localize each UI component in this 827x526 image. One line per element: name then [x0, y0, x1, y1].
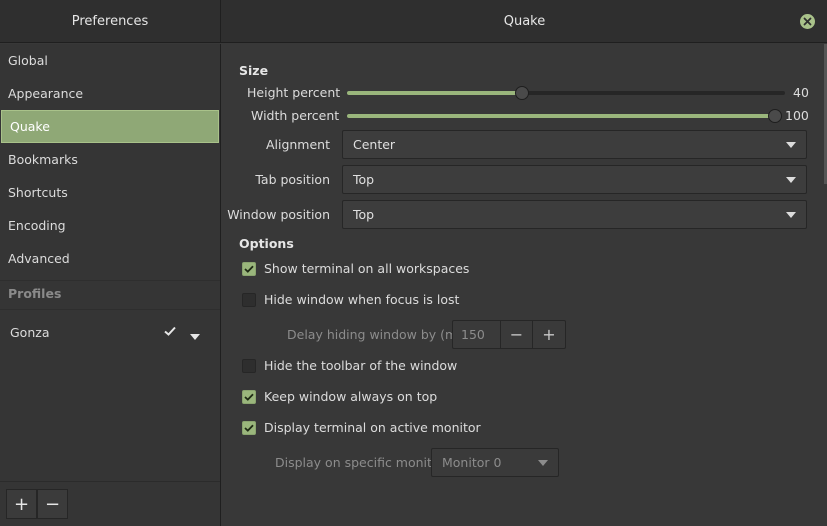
checkmark-icon: [164, 325, 176, 339]
width-percent-slider[interactable]: [347, 108, 782, 124]
always-on-top-checkbox[interactable]: Keep window always on top: [242, 389, 437, 404]
chevron-down-icon: [786, 212, 796, 218]
increment-button[interactable]: +: [533, 321, 565, 348]
specific-monitor-label: Display on specific monitor: [275, 455, 445, 470]
checkbox-label: Hide the toolbar of the window: [264, 358, 458, 373]
window-position-label: Window position: [227, 207, 330, 222]
checkbox-label: Show terminal on all workspaces: [264, 261, 470, 276]
sidebar-item-encoding[interactable]: Encoding: [0, 209, 220, 242]
sidebar-item-bookmarks[interactable]: Bookmarks: [0, 143, 220, 176]
height-percent-slider[interactable]: [347, 85, 785, 101]
slider-handle[interactable]: [515, 86, 530, 100]
sidebar-divider: [0, 280, 220, 281]
sidebar-item-appearance[interactable]: Appearance: [0, 77, 220, 110]
checkbox-label: Display terminal on active monitor: [264, 420, 481, 435]
hide-on-focus-lost-checkbox[interactable]: Hide window when focus is lost: [242, 292, 459, 307]
quake-settings-panel: Size Height percent 40 Width percent 100…: [222, 44, 827, 526]
specific-monitor-dropdown[interactable]: Monitor 0: [431, 448, 559, 477]
add-profile-button[interactable]: +: [6, 489, 37, 519]
tab-position-dropdown[interactable]: Top: [342, 165, 807, 194]
slider-handle[interactable]: [768, 109, 782, 123]
checkbox-label: Hide window when focus is lost: [264, 292, 460, 307]
sidebar-item-label: Appearance: [8, 86, 84, 101]
size-heading: Size: [239, 63, 269, 78]
profile-name: Gonza: [10, 324, 50, 340]
delay-hiding-label: Delay hiding window by (ms): [287, 327, 469, 342]
checkmark-icon: [244, 265, 254, 273]
hide-toolbar-checkbox[interactable]: Hide the toolbar of the window: [242, 358, 457, 373]
sidebar-item-label: Encoding: [8, 218, 66, 233]
height-percent-value: 40: [793, 85, 809, 100]
tab-position-value: Top: [353, 172, 375, 187]
chevron-down-icon: [538, 460, 548, 466]
chevron-down-icon: [786, 142, 796, 148]
alignment-dropdown[interactable]: Center: [342, 130, 807, 159]
alignment-label: Alignment: [265, 137, 330, 152]
decrement-button[interactable]: −: [501, 321, 533, 348]
delay-hiding-input[interactable]: 150: [453, 321, 501, 348]
alignment-value: Center: [353, 137, 396, 152]
sidebar-item-label: Advanced: [8, 251, 70, 266]
sidebar-item-label: Bookmarks: [8, 152, 78, 167]
sidebar-item-label: Quake: [10, 119, 50, 134]
checkbox-box[interactable]: [242, 389, 256, 404]
sidebar-item-label: Shortcuts: [8, 185, 68, 200]
sidebar-item-label: Global: [8, 53, 48, 68]
checkbox-box[interactable]: [242, 420, 256, 435]
checkbox-box[interactable]: [242, 292, 256, 307]
slider-fill: [347, 114, 775, 118]
checkmark-icon: [244, 424, 254, 432]
sidebar-item-quake[interactable]: Quake: [1, 110, 219, 143]
close-icon: [803, 17, 812, 26]
profile-item[interactable]: Gonza: [0, 314, 220, 350]
close-button[interactable]: [800, 14, 815, 29]
width-percent-label: Width percent: [251, 108, 340, 123]
delay-hiding-spinner[interactable]: 150 − +: [452, 320, 566, 349]
page-title: Quake: [503, 14, 546, 29]
width-percent-value: 100: [785, 108, 809, 123]
slider-fill: [347, 91, 523, 95]
header-bar: Preferences Quake: [0, 0, 827, 43]
profiles-heading: Profiles: [8, 286, 62, 301]
checkmark-icon: [244, 393, 254, 401]
window-position-dropdown[interactable]: Top: [342, 200, 807, 229]
checkbox-box[interactable]: [242, 358, 256, 373]
sidebar-divider: [0, 309, 220, 310]
options-heading: Options: [239, 236, 294, 251]
tab-position-label: Tab position: [255, 172, 330, 187]
profile-menu-chevron-down-icon[interactable]: [190, 328, 200, 343]
active-monitor-checkbox[interactable]: Display terminal on active monitor: [242, 420, 481, 435]
chevron-down-icon: [786, 177, 796, 183]
checkbox-label: Keep window always on top: [264, 389, 438, 404]
sidebar-item-advanced[interactable]: Advanced: [0, 242, 220, 275]
sidebar-item-shortcuts[interactable]: Shortcuts: [0, 176, 220, 209]
window-position-value: Top: [353, 207, 375, 222]
specific-monitor-value: Monitor 0: [442, 455, 502, 470]
sidebar: Global Appearance Quake Bookmarks Shortc…: [0, 44, 221, 526]
remove-profile-button[interactable]: −: [37, 489, 68, 519]
profile-toolbar: + −: [0, 481, 220, 526]
show-all-workspaces-checkbox[interactable]: Show terminal on all workspaces: [242, 261, 469, 276]
sidebar-item-global[interactable]: Global: [0, 44, 220, 77]
checkbox-box[interactable]: [242, 261, 256, 276]
preferences-title: Preferences: [0, 0, 221, 43]
height-percent-label: Height percent: [247, 85, 341, 100]
